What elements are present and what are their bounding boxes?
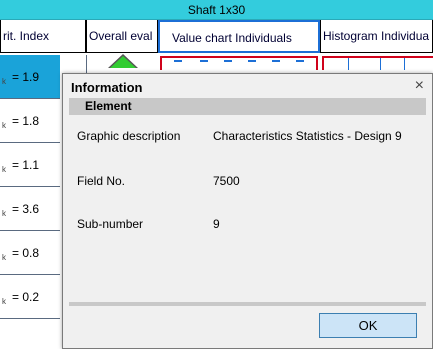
row-index-value: = 1.1 [12,158,40,172]
row-value: k = 1.1 [2,143,39,192]
row-index-value: = 1.9 [12,70,40,84]
table-row[interactable]: k = 1.9 [0,55,60,99]
chart-dash [296,60,304,62]
row-subscript: k [2,165,6,175]
ok-button[interactable]: OK [319,313,417,338]
row-subscript: k [2,297,6,307]
row-subscript: k [2,121,6,131]
column-header-overall-eval[interactable]: Overall eval [86,20,158,53]
table-row[interactable]: k = 3.6 [0,187,60,231]
table-row[interactable]: k = 0.8 [0,231,60,275]
field-value-graphic-description: Characteristics Statistics - Design 9 [213,129,402,143]
dialog-title: Information [71,80,143,95]
row-index-value: = 0.8 [12,246,40,260]
section-title: Element [85,99,132,113]
chart-dash [200,60,208,62]
column-header-crit-index[interactable]: rit. Index [0,20,86,53]
field-label-sub-number: Sub-number [77,217,144,231]
table-row[interactable]: k = 1.1 [0,143,60,187]
row-subscript: k [2,77,6,87]
field-label-graphic-description: Graphic description [77,129,181,143]
row-value: k = 0.8 [2,231,39,280]
row-value: k = 1.8 [2,99,39,148]
information-dialog: Information × Element Graphic descriptio… [62,73,433,349]
row-value: k = 1.9 [2,55,39,104]
close-icon[interactable]: × [415,77,424,95]
histogram-bar [404,58,405,70]
table-row[interactable]: k = 1.8 [0,99,60,143]
row-subscript: k [2,253,6,263]
column-header-row: rit. Index Overall eval Value chart Indi… [0,20,433,55]
chart-dash [272,60,280,62]
chart-dash [224,60,232,62]
evaluation-ok-icon[interactable] [110,56,136,68]
field-value-sub-number: 9 [213,217,220,231]
column-header-value-chart[interactable]: Value chart Individuals [158,20,320,53]
field-label-field-no: Field No. [77,174,126,188]
field-value-field-no: 7500 [213,174,240,188]
histogram-cell[interactable] [322,56,433,70]
column-header-histogram[interactable]: Histogram Individua [320,20,433,53]
row-index-value: = 3.6 [12,202,40,216]
row-value: k = 0.2 [2,275,39,324]
row-subscript: k [2,209,6,219]
window-title: Shaft 1x30 [0,0,433,20]
chart-dash [248,60,256,62]
row-value: k = 3.6 [2,187,39,236]
dialog-separator [69,302,426,306]
histogram-bar [348,58,349,70]
histogram-bar [380,58,381,70]
section-header: Element [69,98,426,115]
row-index-value: = 1.8 [12,114,40,128]
table-row[interactable]: k = 0.2 [0,275,60,319]
chart-dash [174,60,182,62]
value-chart-cell[interactable] [160,56,318,70]
row-index-value: = 0.2 [12,290,40,304]
